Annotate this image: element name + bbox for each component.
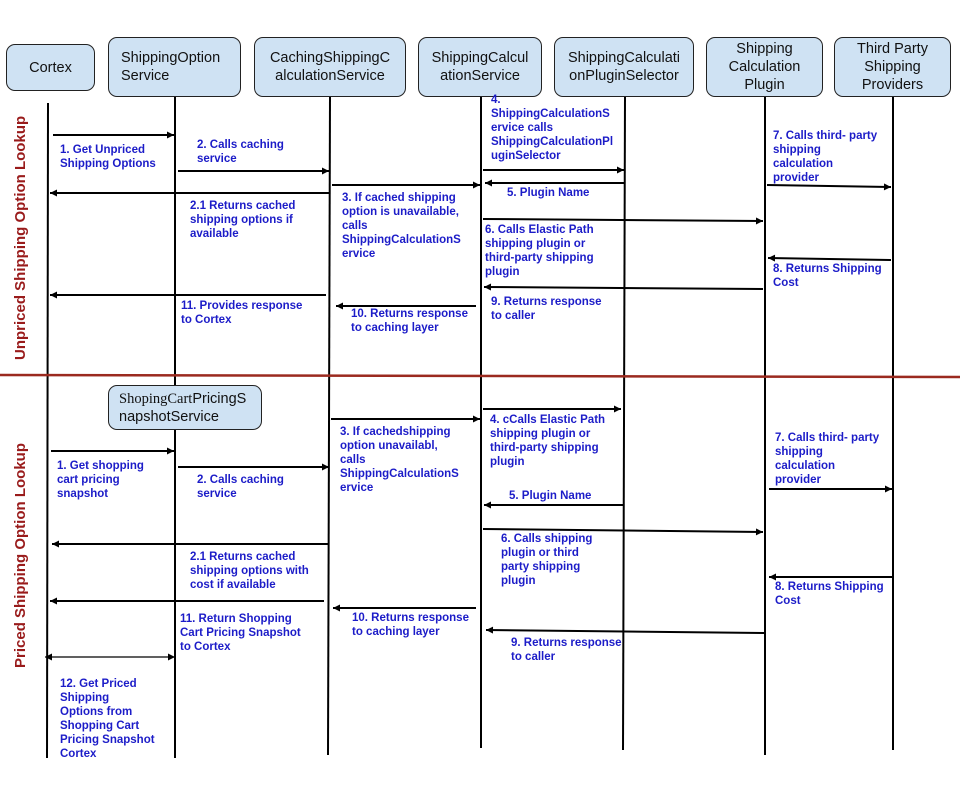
message-label: 10. Returns response to caching layer bbox=[352, 612, 469, 638]
message-label: 3. If cachedshipping option unavailabl, … bbox=[340, 426, 459, 494]
message-label: 10. Returns response to caching layer bbox=[351, 308, 468, 334]
message-label: 2. Calls caching service bbox=[197, 474, 284, 500]
actor-third-party-shipping-providers: Third Party Shipping Providers bbox=[834, 37, 951, 97]
message-label: 7. Calls third- party shipping calculati… bbox=[773, 130, 878, 184]
actor-label: CachingShippingC alculationService bbox=[269, 50, 391, 84]
lifeline-cortex bbox=[46, 102, 49, 759]
message-label: 6. Calls shipping plugin or third party … bbox=[501, 533, 593, 587]
message-label: 5. Plugin Name bbox=[509, 490, 592, 502]
message-label: 4. ShippingCalculationS ervice calls Shi… bbox=[491, 94, 614, 162]
message-label: 2.1 Returns cached shipping options with… bbox=[190, 551, 309, 591]
message-label: 2.1 Returns cached shipping options if a… bbox=[190, 200, 296, 240]
message-arrow bbox=[767, 254, 892, 262]
message-label: 11. Provides response to Cortex bbox=[181, 300, 303, 326]
message-label: 9. Returns response to caller bbox=[491, 296, 602, 322]
message-arrow bbox=[766, 183, 892, 191]
message-label: 6. Calls Elastic Path shipping plugin or… bbox=[485, 224, 594, 278]
message-label: 1. Get shopping cart pricing snapshot bbox=[57, 460, 144, 500]
message-label: 2. Calls caching service bbox=[197, 139, 284, 165]
actor-label-part1: ShopingCart bbox=[119, 390, 193, 407]
actor-shipping-option-service: ShippingOption Service bbox=[108, 37, 241, 97]
message-label: 3. If cached shipping option is unavaila… bbox=[342, 192, 461, 260]
message-label: 5. Plugin Name bbox=[507, 187, 590, 199]
message-label: 8. Returns Shipping Cost bbox=[775, 581, 884, 607]
message-label: 1. Get Unpriced Shipping Options bbox=[60, 144, 156, 170]
message-arrow bbox=[483, 283, 764, 291]
message-label: 8. Returns Shipping Cost bbox=[773, 263, 882, 289]
actor-shipping-calculation-plugin-selector: ShippingCalculati onPluginSelector bbox=[554, 37, 694, 97]
actor-shopping-cart-pricing-snapshot-service: ShopingCartPricingS napshotService bbox=[108, 385, 262, 430]
actor-label: ShippingOption Service bbox=[121, 50, 221, 84]
message-label: 9. Returns response to caller bbox=[511, 637, 622, 663]
section-label-priced: Priced Shipping Option Lookup bbox=[12, 443, 29, 668]
section-divider bbox=[0, 373, 961, 379]
actor-shipping-calculation-plugin: Shipping Calculation Plugin bbox=[706, 37, 823, 97]
lifeline-shipping-calculation-plugin-selector bbox=[622, 96, 626, 751]
message-label: 4. cCalls Elastic Path shipping plugin o… bbox=[490, 414, 606, 468]
message-label: 7. Calls third- party shipping calculati… bbox=[775, 432, 880, 486]
actor-label: Third Party Shipping Providers bbox=[857, 41, 928, 93]
actor-shipping-calculation-service: ShippingCalcul ationService bbox=[418, 37, 542, 97]
message-arrow bbox=[485, 626, 766, 634]
section-label-unpriced: Unpriced Shipping Option Lookup bbox=[12, 115, 29, 360]
actor-label: ShippingCalcul ationService bbox=[431, 50, 529, 84]
actor-label: ShippingCalculati onPluginSelector bbox=[567, 50, 681, 84]
actor-label: Shipping Calculation Plugin bbox=[728, 41, 801, 93]
lifeline-caching-shipping-calculation-service bbox=[327, 96, 331, 756]
actor-caching-shipping-calculation-service: CachingShippingC alculationService bbox=[254, 37, 406, 97]
message-label: 12. Get Priced Shipping Options from Sho… bbox=[60, 678, 155, 760]
actor-label: Cortex bbox=[29, 59, 72, 76]
actor-cortex: Cortex bbox=[6, 44, 95, 91]
message-label: 11. Return Shopping Cart Pricing Snapsho… bbox=[180, 613, 301, 653]
message-arrow bbox=[482, 217, 764, 225]
